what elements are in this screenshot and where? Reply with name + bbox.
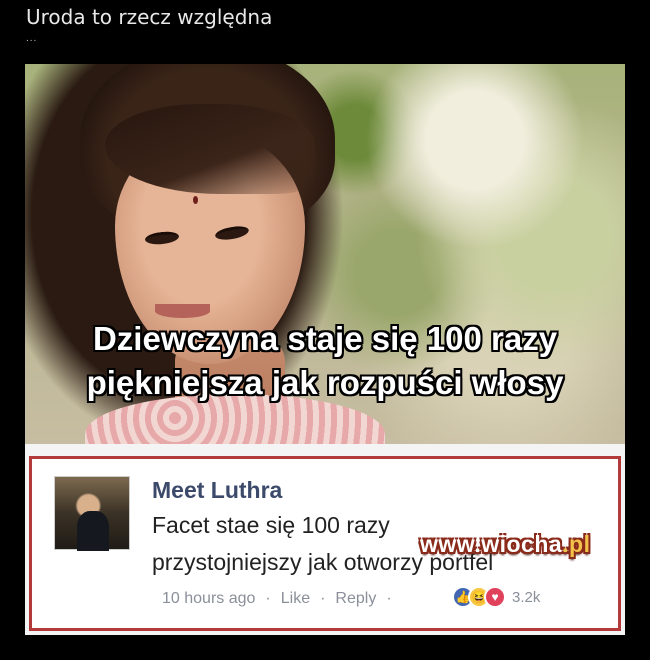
love-icon: ♥ bbox=[484, 586, 506, 608]
post-ellipsis[interactable]: ... bbox=[26, 33, 37, 44]
watermark-site: www.wiocha bbox=[420, 531, 563, 557]
reactions[interactable]: 👍 😆 ♥ 3.2k bbox=[452, 586, 540, 608]
watermark-logo: www.wiocha.pl bbox=[420, 531, 591, 558]
separator: · bbox=[265, 590, 271, 607]
meme-caption-line1: Dziewczyna staje się 100 razy bbox=[92, 320, 558, 357]
comment-time[interactable]: 10 hours ago bbox=[162, 590, 255, 608]
watermark-tld: .pl bbox=[562, 531, 591, 557]
comment-author[interactable]: Meet Luthra bbox=[152, 477, 282, 504]
reaction-count: 3.2k bbox=[512, 588, 541, 606]
reply-link[interactable]: Reply bbox=[335, 590, 376, 608]
photo-lips bbox=[155, 304, 210, 318]
avatar-figure bbox=[77, 511, 109, 551]
separator: · bbox=[386, 590, 392, 607]
meme-caption-line2: piękniejsza jak rozpuści włosy bbox=[86, 364, 564, 401]
comment-text-line1: Facet stae się 100 razy bbox=[152, 512, 390, 538]
like-link[interactable]: Like bbox=[281, 590, 310, 608]
comment-actions: 10 hours ago · Like · Reply · bbox=[162, 590, 392, 608]
post-title: Uroda to rzecz względna bbox=[26, 5, 273, 29]
avatar[interactable] bbox=[54, 476, 130, 551]
separator: · bbox=[320, 590, 326, 607]
photo-bindi bbox=[193, 196, 198, 204]
